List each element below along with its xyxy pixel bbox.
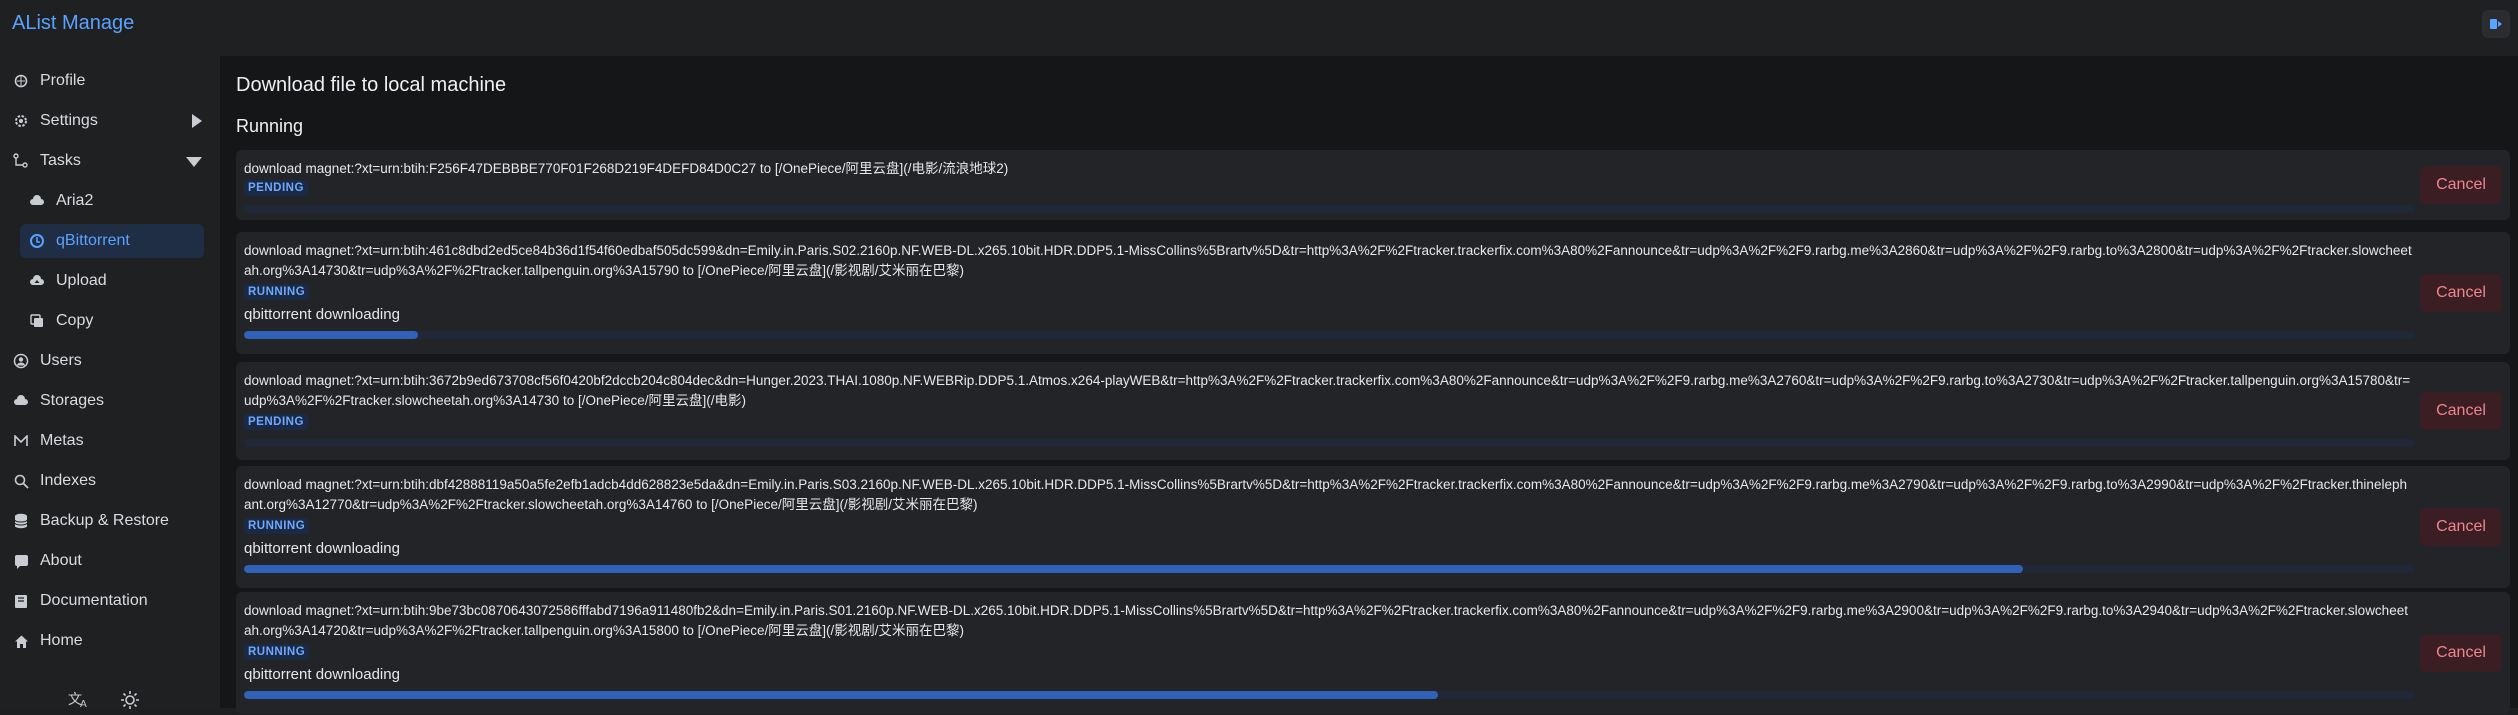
profile-icon [12, 72, 30, 90]
task-card: download magnet:?xt=urn:btih:9be73bc0870… [236, 592, 2510, 714]
progress-fill [244, 565, 2024, 573]
sidebar-item-label: Tasks [40, 152, 81, 169]
task-card: download magnet:?xt=urn:btih:dbf42888119… [236, 466, 2510, 588]
qbittorrent-icon [28, 232, 46, 250]
task-card: download magnet:?xt=urn:btih:3672b9ed673… [236, 362, 2510, 460]
status-badge: RUNNING [244, 644, 310, 660]
sidebar-item-documentation[interactable]: Documentation [4, 584, 204, 618]
cloud-upload-icon [28, 272, 46, 290]
logout-button[interactable] [2482, 10, 2510, 38]
sidebar-item-storages[interactable]: Storages [4, 384, 204, 418]
page-title: Download file to local machine [236, 74, 507, 96]
cloud-download-icon [28, 192, 46, 210]
task-name: download magnet:?xt=urn:btih:F256F47DEBB… [244, 161, 1009, 176]
cancel-button[interactable]: Cancel [2420, 508, 2502, 546]
sidebar-item-copy[interactable]: Copy [20, 304, 204, 338]
sidebar-item-label: Settings [40, 112, 98, 129]
sidebar-item-label: Users [40, 352, 82, 369]
progress-bar [244, 331, 2414, 339]
status-badge: PENDING [244, 414, 308, 430]
search-icon [12, 472, 30, 490]
storages-icon [12, 392, 30, 410]
language-icon[interactable]: 文A [68, 690, 90, 715]
sidebar-item-label: Backup & Restore [40, 512, 169, 529]
task-card: download magnet:?xt=urn:btih:F256F47DEBB… [236, 150, 2510, 220]
task-card: download magnet:?xt=urn:btih:461c8dbd2ed… [236, 232, 2510, 354]
task-name: download magnet:?xt=urn:btih:461c8dbd2ed… [244, 243, 2412, 278]
status-badge: RUNNING [244, 284, 310, 300]
sidebar-item-home[interactable]: Home [4, 624, 204, 658]
copy-icon [28, 312, 46, 330]
chevron-right-icon [192, 114, 202, 128]
sidebar-item-settings[interactable]: Settings [4, 104, 204, 138]
progress-bar [244, 205, 2414, 213]
sidebar: Profile Settings Tasks Aria2 qBittorrent… [0, 56, 220, 710]
theme-toggle-icon[interactable] [120, 690, 140, 715]
sidebar-item-users[interactable]: Users [4, 344, 204, 378]
sidebar-footer: 文A [68, 690, 140, 715]
cancel-button[interactable]: Cancel [2420, 392, 2502, 430]
sidebar-item-upload[interactable]: Upload [20, 264, 204, 298]
sidebar-item-label: Profile [40, 72, 86, 89]
users-icon [12, 352, 30, 370]
gear-icon [12, 112, 30, 130]
sidebar-item-label: About [40, 552, 82, 569]
sidebar-item-label: Indexes [40, 472, 97, 489]
progress-bar [244, 439, 2414, 447]
about-icon [12, 552, 30, 570]
task-name: download magnet:?xt=urn:btih:dbf42888119… [244, 477, 2407, 512]
sidebar-item-backup-restore[interactable]: Backup & Restore [4, 504, 204, 538]
sidebar-item-qbittorrent[interactable]: qBittorrent [20, 224, 204, 258]
database-icon [12, 512, 30, 530]
task-name: download magnet:?xt=urn:btih:9be73bc0870… [244, 603, 2408, 638]
sidebar-item-label: Storages [40, 392, 105, 409]
sidebar-item-label: Home [40, 632, 83, 649]
progress-bar [244, 565, 2414, 573]
logout-icon [2490, 19, 2502, 29]
svg-text:A: A [80, 699, 87, 708]
status-badge: PENDING [244, 180, 308, 196]
book-icon [12, 592, 30, 610]
sidebar-item-label: qBittorrent [56, 232, 130, 249]
sidebar-item-label: Upload [56, 272, 107, 289]
progress-fill [244, 691, 1438, 699]
top-bar: AList Manage [0, 0, 2518, 56]
progress-fill [244, 331, 418, 339]
tasks-icon [12, 152, 30, 170]
task-name: download magnet:?xt=urn:btih:3672b9ed673… [244, 373, 2411, 408]
chevron-down-icon [186, 157, 202, 167]
sidebar-item-metas[interactable]: Metas [4, 424, 204, 458]
cancel-button[interactable]: Cancel [2420, 274, 2502, 312]
home-icon [12, 632, 30, 650]
task-status-text: qbittorrent downloading [244, 306, 400, 323]
section-title: Running [236, 116, 304, 136]
app-title[interactable]: AList Manage [12, 12, 134, 35]
sidebar-item-label: Copy [56, 312, 94, 329]
sidebar-item-tasks[interactable]: Tasks [4, 144, 204, 178]
cancel-button[interactable]: Cancel [2420, 634, 2502, 672]
progress-bar [244, 691, 2414, 699]
metas-icon [12, 432, 30, 450]
sidebar-item-label: Documentation [40, 592, 148, 609]
sidebar-item-label: Aria2 [56, 192, 94, 209]
sidebar-item-aria2[interactable]: Aria2 [20, 184, 204, 218]
sidebar-item-indexes[interactable]: Indexes [4, 464, 204, 498]
task-status-text: qbittorrent downloading [244, 666, 400, 683]
main-content: Download file to local machine Running d… [220, 56, 2518, 714]
cancel-button[interactable]: Cancel [2420, 166, 2502, 204]
sidebar-item-label: Metas [40, 432, 84, 449]
sidebar-item-profile[interactable]: Profile [4, 64, 204, 98]
status-badge: RUNNING [244, 518, 310, 534]
task-status-text: qbittorrent downloading [244, 540, 400, 557]
sidebar-item-about[interactable]: About [4, 544, 204, 578]
